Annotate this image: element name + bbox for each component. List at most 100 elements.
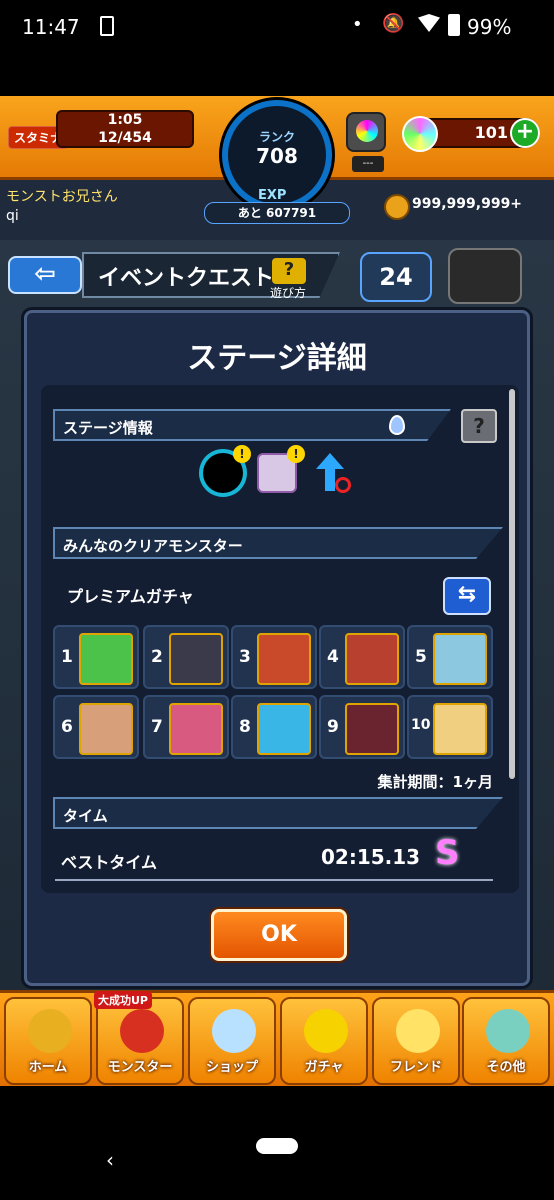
orb-counter[interactable]: 101 + bbox=[402, 116, 540, 152]
warning-icon: ! bbox=[287, 445, 305, 463]
rank-number: 1 bbox=[61, 647, 73, 667]
back-button[interactable]: ⇦ bbox=[8, 256, 82, 294]
nav-label: ガチャ bbox=[304, 1060, 344, 1075]
player-name: モンストお兄さん bbox=[6, 189, 118, 205]
friend-balloons-icon bbox=[396, 1009, 440, 1053]
swap-filter-button[interactable]: ⇆ bbox=[443, 577, 491, 615]
rank-number: 3 bbox=[239, 647, 251, 667]
battery-icon bbox=[448, 14, 460, 36]
rank-number: 2 bbox=[151, 647, 163, 667]
system-home-pill[interactable] bbox=[256, 1138, 298, 1154]
status-bar: 11:47 • 🔕 99% bbox=[0, 0, 554, 56]
sim-icon bbox=[100, 16, 114, 36]
speed-down-gimmick-icon[interactable] bbox=[313, 453, 353, 493]
clock-badge-icon[interactable] bbox=[448, 248, 522, 304]
nav-shop[interactable]: ショップ bbox=[188, 997, 276, 1085]
exp-remaining: あと 607791 bbox=[204, 202, 350, 224]
monster-portrait bbox=[433, 633, 487, 685]
monster-portrait bbox=[345, 633, 399, 685]
rank-number: 8 bbox=[239, 717, 251, 737]
stage-info-help-button[interactable]: ? bbox=[461, 409, 497, 443]
gacha-egg-icon bbox=[304, 1009, 348, 1053]
monster-rank-8[interactable]: 8 bbox=[231, 695, 317, 759]
rank-label: ランク bbox=[258, 130, 295, 144]
exp-label: EXP bbox=[258, 188, 287, 203]
monster-rank-5[interactable]: 5 bbox=[407, 625, 493, 689]
help-icon[interactable]: ? bbox=[272, 258, 306, 284]
monster-portrait bbox=[345, 703, 399, 755]
coin-icon bbox=[384, 194, 410, 220]
gacha-filter-label: プレミアムガチャ bbox=[67, 587, 194, 606]
gem-box-icon[interactable]: --- bbox=[346, 112, 386, 172]
monster-rank-3[interactable]: 3 bbox=[231, 625, 317, 689]
rank-number: 4 bbox=[327, 647, 339, 667]
stamina-timer: 1:05 bbox=[107, 112, 143, 128]
rank-number: 10 bbox=[411, 717, 431, 733]
rank-number: 9 bbox=[327, 717, 339, 737]
monster-rank-10[interactable]: 10 bbox=[407, 695, 493, 759]
stage-info-label: ステージ情報 bbox=[63, 419, 153, 437]
best-time-value: 02:15.13 bbox=[321, 845, 421, 869]
rainbow-gem-icon bbox=[356, 120, 378, 142]
rainbow-orb-icon bbox=[212, 1009, 256, 1053]
dialog-body: ステージ情報 ? ! ! みんなのクリアモンスター プレミアムガチャ ⇆ 1 2… bbox=[41, 385, 519, 893]
scrollbar[interactable] bbox=[509, 389, 515, 779]
notification-dot-icon: • bbox=[352, 14, 363, 35]
monster-rank-7[interactable]: 7 bbox=[143, 695, 229, 759]
coin-count: 999,999,999+ bbox=[412, 196, 523, 212]
nav-label: ホーム bbox=[28, 1060, 68, 1075]
stage-info-header: ステージ情報 bbox=[53, 409, 451, 441]
system-back-icon[interactable]: ‹ bbox=[106, 1148, 114, 1172]
help-label[interactable]: 遊び方 bbox=[270, 284, 306, 301]
monster-portrait bbox=[257, 703, 311, 755]
buy-orbs-button[interactable]: + bbox=[510, 118, 540, 148]
best-time-label: ベストタイム bbox=[61, 853, 158, 872]
clock: 11:47 bbox=[22, 15, 80, 39]
nav-other[interactable]: その他 bbox=[462, 997, 550, 1085]
rank-number: 7 bbox=[151, 717, 163, 737]
time-label: タイム bbox=[63, 807, 108, 825]
rank-value: 708 bbox=[256, 144, 298, 168]
orb-icon bbox=[402, 116, 438, 152]
nav-monster[interactable]: モンスター bbox=[96, 997, 184, 1085]
monster-portrait bbox=[257, 633, 311, 685]
monster-dragon-icon bbox=[120, 1009, 164, 1053]
nav-gacha[interactable]: ガチャ bbox=[280, 997, 368, 1085]
gem-box-count: --- bbox=[352, 156, 384, 172]
ok-button[interactable]: OK bbox=[211, 909, 347, 961]
prohibited-icon bbox=[335, 477, 351, 493]
orb-count: 101 bbox=[474, 123, 508, 142]
monster-portrait bbox=[433, 703, 487, 755]
nav-label: フレンド bbox=[389, 1060, 442, 1075]
rank-number: 5 bbox=[415, 647, 427, 667]
timer-badge[interactable]: 24 bbox=[360, 252, 432, 302]
rank-number: 6 bbox=[61, 717, 73, 737]
monster-rank-1[interactable]: 1 bbox=[53, 625, 139, 689]
warning-icon: ! bbox=[233, 445, 251, 463]
dialog-title: ステージ詳細 bbox=[187, 341, 367, 376]
monster-rank-4[interactable]: 4 bbox=[319, 625, 405, 689]
nav-friend[interactable]: フレンド bbox=[372, 997, 460, 1085]
clear-monster-label: みんなのクリアモンスター bbox=[63, 537, 243, 555]
time-header: タイム bbox=[53, 797, 503, 829]
home-gate-icon bbox=[28, 1009, 72, 1053]
aggregation-period: 集計期間：1ヶ月 bbox=[377, 773, 493, 791]
mute-icon: 🔕 bbox=[382, 13, 405, 34]
stamina-count: 12/454 bbox=[98, 130, 152, 146]
wifi-icon bbox=[418, 14, 440, 32]
monster-portrait bbox=[79, 703, 133, 755]
monster-rank-6[interactable]: 6 bbox=[53, 695, 139, 759]
stage-detail-dialog: ステージ詳細 ステージ情報 ? ! ! みんなのクリアモンスター プレミアムガチ… bbox=[24, 310, 530, 986]
monster-portrait bbox=[79, 633, 133, 685]
question-sign-icon bbox=[486, 1009, 530, 1053]
monster-rank-2[interactable]: 2 bbox=[143, 625, 229, 689]
stamina-meter[interactable]: 1:05 12/454 bbox=[56, 110, 194, 148]
player-id: qi bbox=[6, 208, 19, 224]
nav-home[interactable]: ホーム bbox=[4, 997, 92, 1085]
monster-portrait bbox=[169, 703, 223, 755]
monster-rank-9[interactable]: 9 bbox=[319, 695, 405, 759]
battery-percent: 99% bbox=[467, 15, 512, 39]
bottom-nav: ホーム モンスター ショップ ガチャ フレンド その他 大成功UP bbox=[0, 990, 554, 1086]
game-screen: スタミナ 1:05 12/454 --- 101 + モンストお兄さん qi 9… bbox=[0, 96, 554, 1086]
nav-label: ショップ bbox=[205, 1060, 258, 1075]
